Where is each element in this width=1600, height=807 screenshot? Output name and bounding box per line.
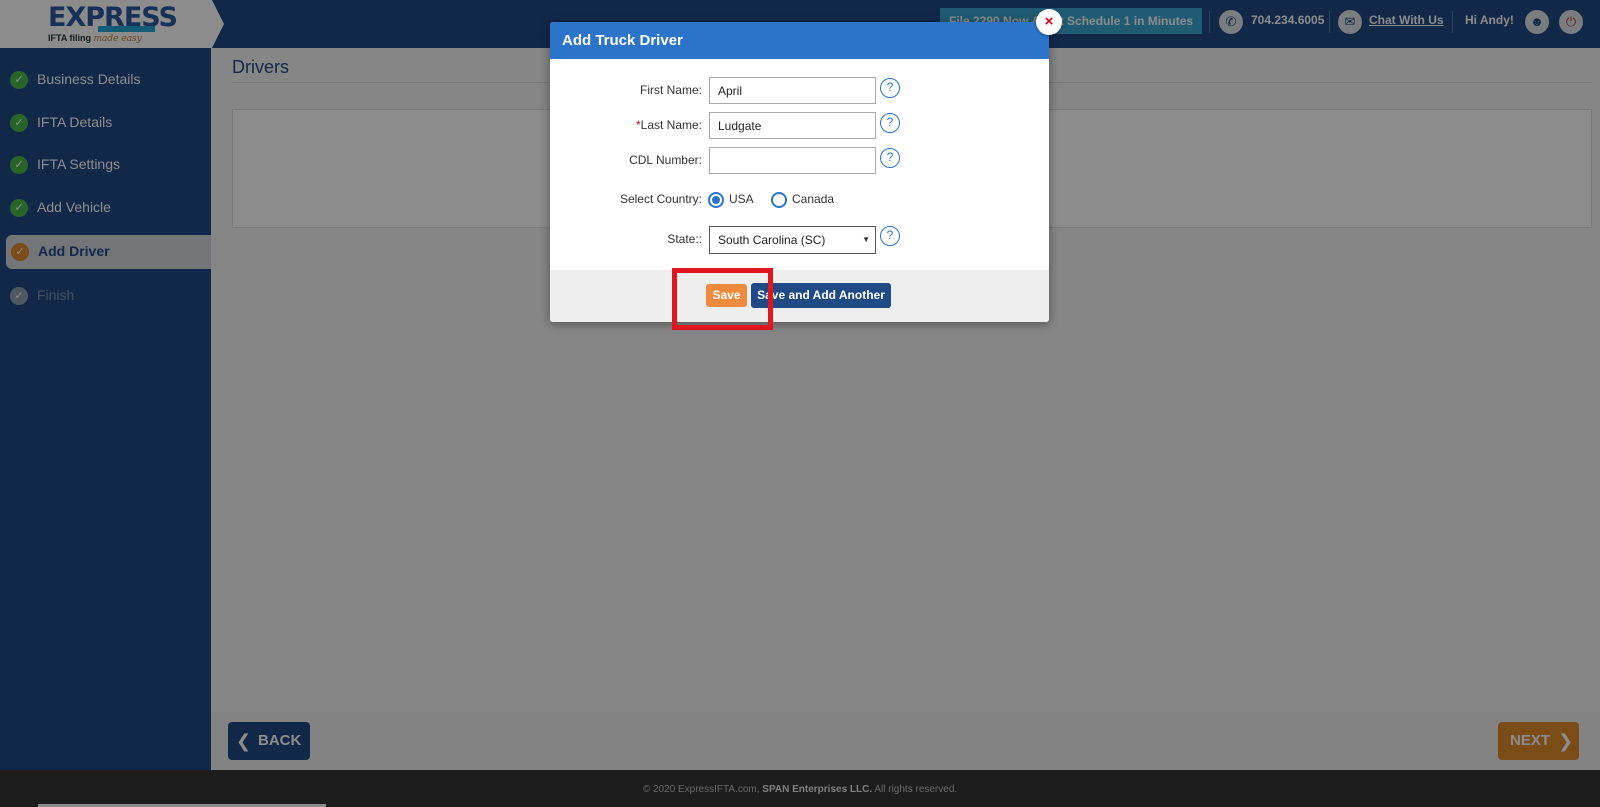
select-country-label: Select Country: — [619, 192, 702, 206]
help-icon[interactable]: ? — [880, 226, 900, 246]
add-truck-driver-dialog: Add Truck Driver First Name: ? *Last Nam… — [550, 22, 1049, 322]
first-name-label: First Name: — [639, 83, 702, 97]
radio-usa-label[interactable]: USA — [729, 192, 754, 206]
help-icon[interactable]: ? — [880, 148, 900, 168]
last-name-input[interactable] — [709, 112, 876, 139]
help-icon[interactable]: ? — [880, 78, 900, 98]
dialog-header: Add Truck Driver — [550, 22, 1049, 59]
dialog-footer: Save Save and Add Another — [550, 270, 1049, 322]
first-name-input[interactable] — [709, 77, 876, 104]
radio-usa[interactable] — [708, 192, 724, 208]
cdl-number-input[interactable] — [709, 147, 876, 174]
radio-canada[interactable] — [771, 192, 787, 208]
state-select[interactable]: South Carolina (SC) ▼ — [709, 226, 876, 254]
dropdown-arrow-icon: ▼ — [862, 235, 870, 244]
state-selected-value: South Carolina (SC) — [718, 233, 826, 247]
cdl-number-label: CDL Number: — [629, 153, 702, 167]
save-highlight-box — [672, 268, 773, 330]
radio-canada-label[interactable]: Canada — [792, 192, 834, 206]
close-icon[interactable]: × — [1036, 9, 1062, 35]
help-icon[interactable]: ? — [880, 113, 900, 133]
dialog-title: Add Truck Driver — [562, 32, 683, 49]
state-label: State:: — [667, 232, 702, 246]
last-name-label: *Last Name: — [635, 118, 702, 132]
